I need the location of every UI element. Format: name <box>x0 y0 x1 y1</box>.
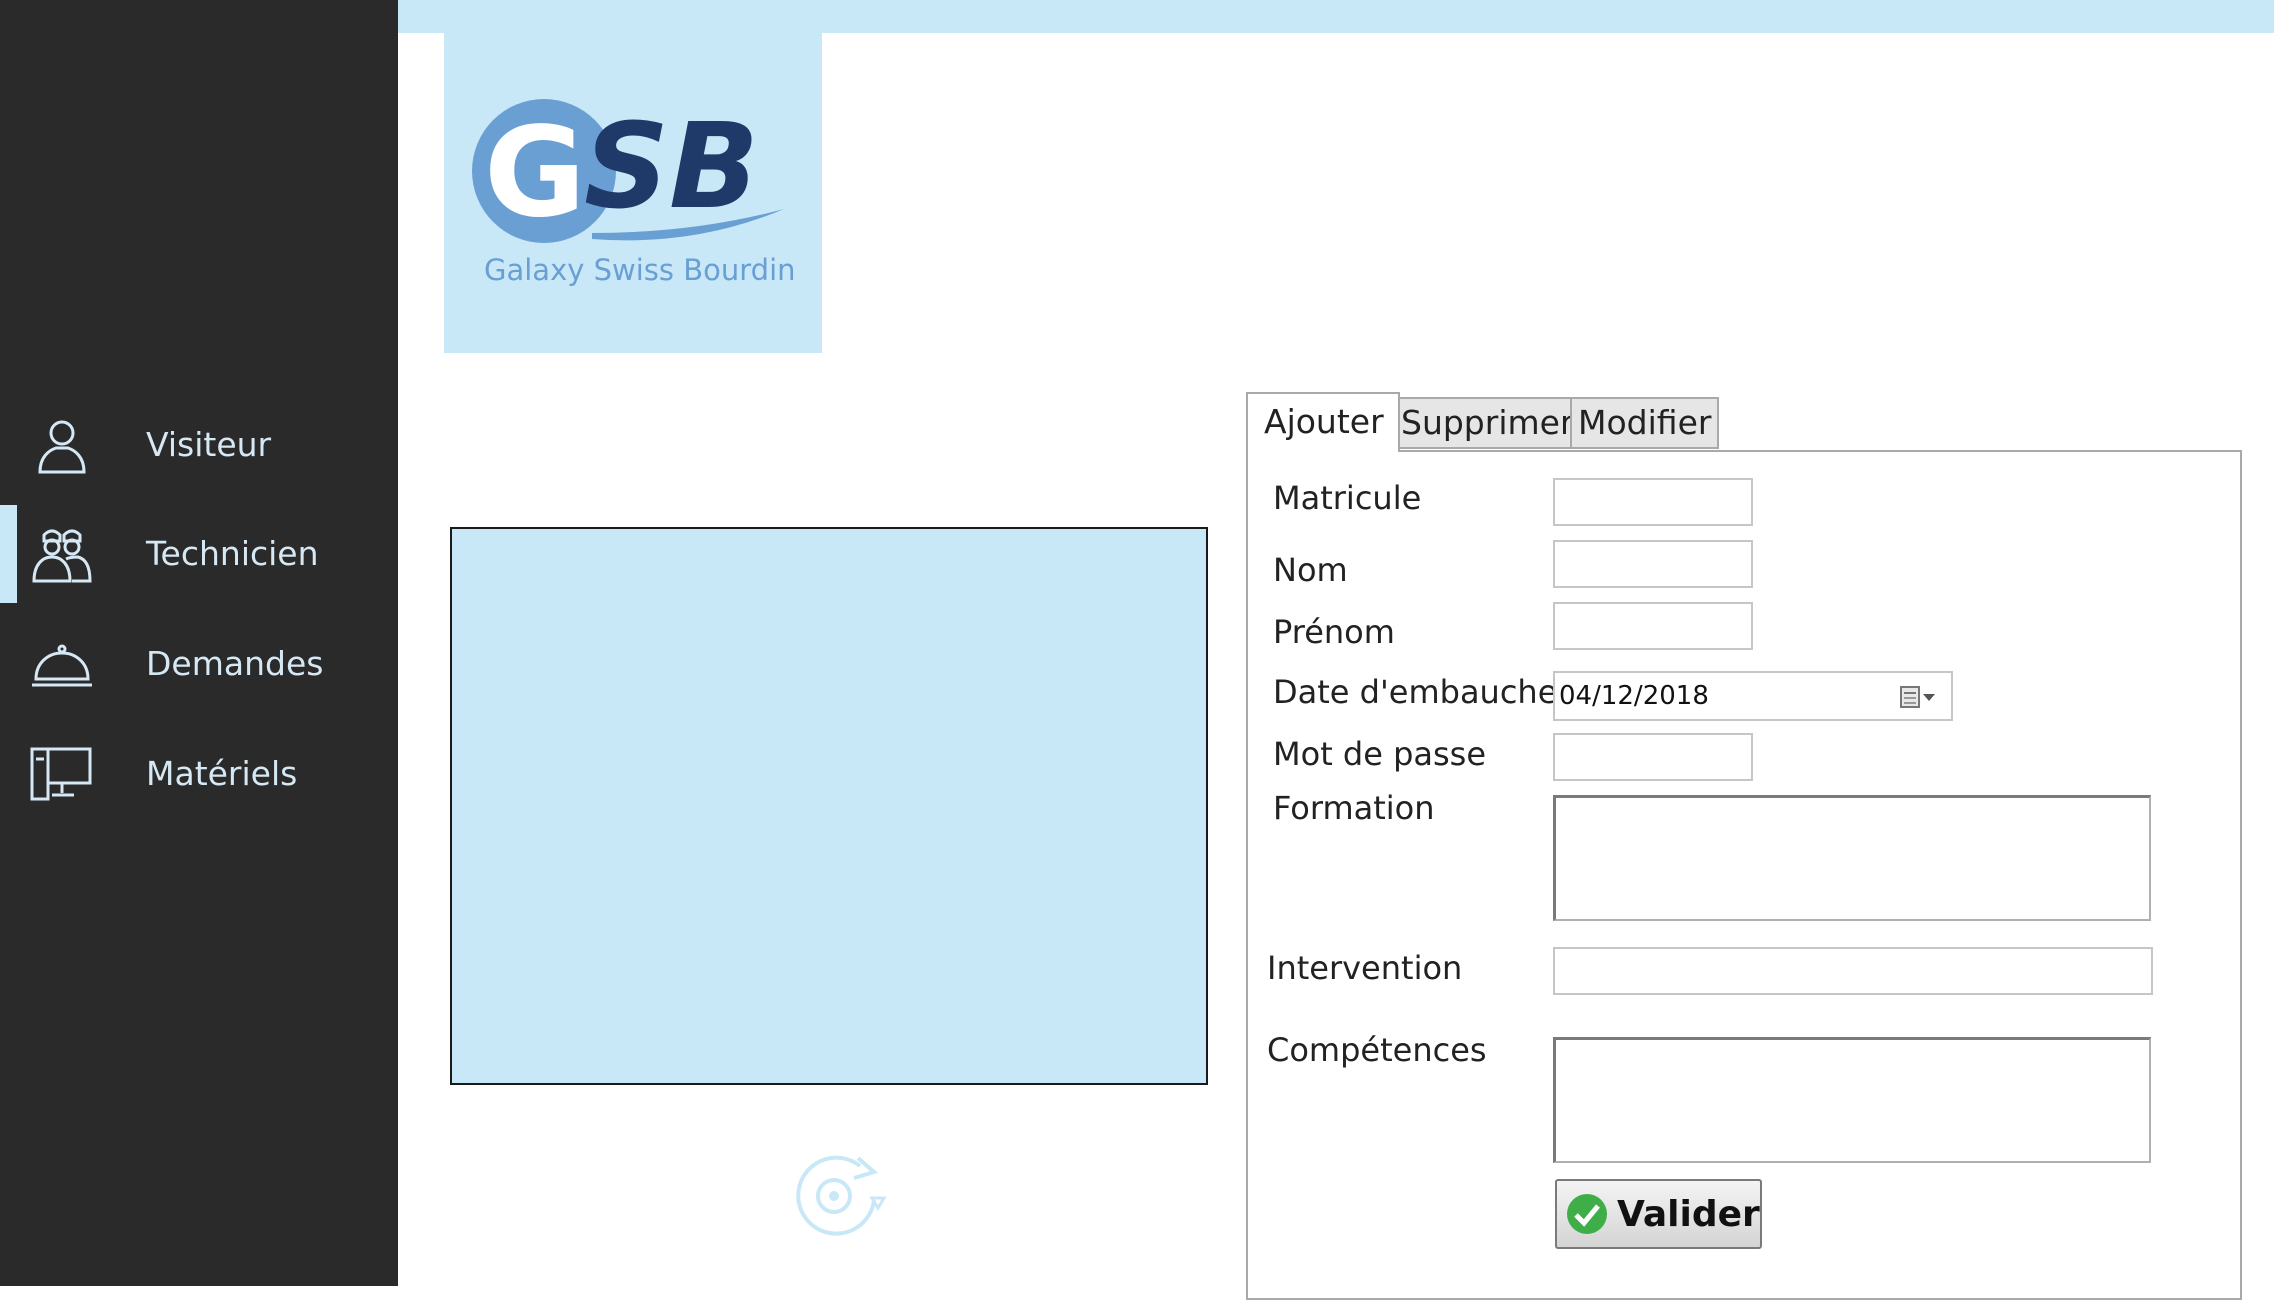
valider-button[interactable]: Valider <box>1555 1179 1762 1249</box>
sidebar-item-technicien[interactable]: Technicien <box>0 505 398 603</box>
matricule-field[interactable] <box>1553 478 1753 526</box>
intervention-field[interactable] <box>1553 947 2153 995</box>
sidebar-item-materiels[interactable]: Matériels <box>0 725 398 823</box>
valider-label: Valider <box>1617 1193 1760 1235</box>
check-icon <box>1567 1194 1607 1234</box>
sidebar-item-visiteur[interactable]: Visiteur <box>0 396 398 494</box>
photo-area[interactable] <box>450 527 1208 1085</box>
formation-label: Formation <box>1273 789 1435 827</box>
sidebar: Visiteur Technicien Demandes Matériels <box>0 0 398 1286</box>
svg-text:G: G <box>484 101 586 245</box>
date-embauche-label: Date d'embauche <box>1273 673 1553 711</box>
mot-de-passe-label: Mot de passe <box>1273 735 1487 773</box>
prenom-field[interactable] <box>1553 602 1753 650</box>
nom-field[interactable] <box>1553 540 1753 588</box>
person-icon <box>38 420 86 474</box>
refresh-icon[interactable] <box>788 1144 890 1242</box>
date-value: 04/12/2018 <box>1559 681 1709 711</box>
technicians-icon <box>32 529 92 583</box>
sidebar-item-demandes[interactable]: Demandes <box>0 615 398 713</box>
sidebar-item-label: Matériels <box>146 754 298 793</box>
sidebar-item-label: Demandes <box>146 644 324 683</box>
competences-label: Compétences <box>1267 1031 1487 1069</box>
date-embauche-field[interactable]: 04/12/2018 <box>1553 671 1953 721</box>
computer-icon <box>30 747 92 801</box>
sidebar-item-label: Visiteur <box>146 425 272 464</box>
tab-supprimer[interactable]: Supprimer <box>1393 397 1582 449</box>
prenom-label: Prénom <box>1273 613 1395 651</box>
tab-modifier[interactable]: Modifier <box>1570 397 1720 449</box>
gsb-logo-icon: G SB <box>472 97 784 245</box>
calendar-dropdown-icon[interactable] <box>1899 683 1939 711</box>
logo: G SB Galaxy Swiss Bourdin <box>444 33 822 353</box>
competences-field[interactable] <box>1553 1037 2151 1163</box>
intervention-label: Intervention <box>1267 949 1463 987</box>
top-strip <box>398 0 2274 33</box>
mot-de-passe-field[interactable] <box>1553 733 1753 781</box>
logo-subtitle: Galaxy Swiss Bourdin <box>484 253 796 287</box>
service-bell-icon <box>32 644 92 687</box>
nom-label: Nom <box>1273 551 1348 589</box>
tab-ajouter[interactable]: Ajouter <box>1246 392 1400 452</box>
matricule-label: Matricule <box>1273 479 1422 517</box>
formation-field[interactable] <box>1553 795 2151 921</box>
sidebar-item-label: Technicien <box>146 534 319 573</box>
active-indicator <box>0 505 17 603</box>
svg-text:SB: SB <box>584 97 759 235</box>
